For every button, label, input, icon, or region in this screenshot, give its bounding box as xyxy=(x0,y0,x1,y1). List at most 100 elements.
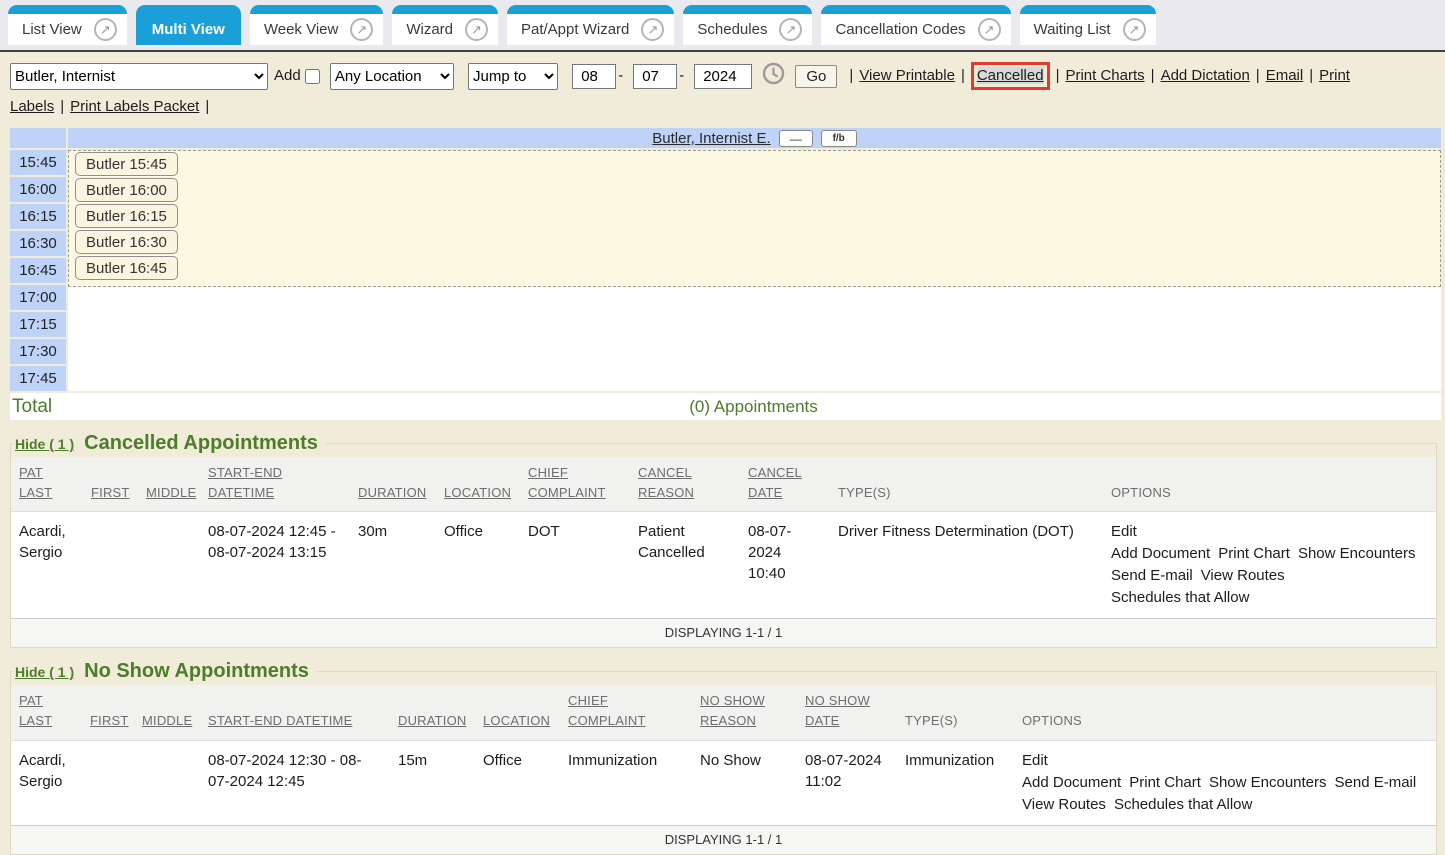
provider-name-link[interactable]: Butler, Internist E. xyxy=(652,130,770,147)
sort-noshow-date[interactable]: NO SHOW DATE xyxy=(805,693,870,728)
patient-first xyxy=(82,740,134,825)
time-slot-label[interactable]: 16:30 xyxy=(10,231,66,256)
time-slot-label[interactable]: 16:15 xyxy=(10,204,66,229)
date-year-input[interactable] xyxy=(694,64,752,89)
sort-duration[interactable]: DURATION xyxy=(358,485,427,500)
option-link[interactable]: Show Encounters xyxy=(1298,543,1416,564)
time-slot-label[interactable]: 17:45 xyxy=(10,366,66,391)
patient-name: Acardi, Sergio xyxy=(11,740,82,825)
duration: 15m xyxy=(390,740,475,825)
sort-location[interactable]: LOCATION xyxy=(444,485,511,500)
hide-cancelled-link[interactable]: Hide ( 1 ) xyxy=(15,436,74,452)
multi-view-schedule-grid: Butler, Internist E. — f/b 15:4516:0016:… xyxy=(10,128,1441,420)
provider-schedule-area: Butler 15:45Butler 16:00Butler 16:15Butl… xyxy=(68,150,1441,391)
provider-column-header: Butler, Internist E. — f/b xyxy=(68,128,1441,148)
tab-multi-view[interactable]: Multi View xyxy=(136,5,241,45)
email-link[interactable]: Email xyxy=(1266,67,1304,84)
tab-pat-appt-wizard[interactable]: Pat/Appt Wizard ↗ xyxy=(507,5,674,45)
time-slot-label[interactable]: 15:45 xyxy=(10,150,66,175)
grid-corner-cell xyxy=(10,128,66,148)
open-new-window-icon[interactable]: ↗ xyxy=(978,18,1001,41)
sort-noshow-reason[interactable]: NO SHOW REASON xyxy=(700,693,765,728)
open-slot-button[interactable]: Butler 16:00 xyxy=(75,178,178,202)
patient-middle xyxy=(134,740,200,825)
option-link[interactable]: Add Document xyxy=(1022,772,1121,793)
option-link[interactable]: Print Chart xyxy=(1218,543,1290,564)
open-slots-block: Butler 15:45Butler 16:00Butler 16:15Butl… xyxy=(68,150,1441,287)
open-new-window-icon[interactable]: ↗ xyxy=(779,18,802,41)
tab-schedules[interactable]: Schedules ↗ xyxy=(683,5,812,45)
open-new-window-icon[interactable]: ↗ xyxy=(465,18,488,41)
option-link[interactable]: Edit xyxy=(1111,521,1420,542)
option-link[interactable]: Send E-mail xyxy=(1335,772,1417,793)
cancelled-section-title: Cancelled Appointments xyxy=(84,432,318,455)
patient-name: Acardi, Sergio xyxy=(11,512,83,619)
sort-pat-last[interactable]: PAT LAST xyxy=(19,693,52,728)
tab-label: Cancellation Codes xyxy=(835,21,975,38)
tab-wizard[interactable]: Wizard ↗ xyxy=(392,5,498,45)
date-day-input[interactable] xyxy=(633,64,677,89)
sort-cancel-reason[interactable]: CANCEL REASON xyxy=(638,465,694,500)
time-slot-label[interactable]: 16:45 xyxy=(10,258,66,283)
option-link[interactable]: Print Chart xyxy=(1129,772,1201,793)
location: Office xyxy=(475,740,560,825)
time-slot-label[interactable]: 17:30 xyxy=(10,339,66,364)
go-button[interactable]: Go xyxy=(795,65,837,88)
location-select[interactable]: Any Location xyxy=(330,63,454,90)
sort-first[interactable]: FIRST xyxy=(90,713,129,728)
open-new-window-icon[interactable]: ↗ xyxy=(1123,18,1146,41)
sort-chief-complaint[interactable]: CHIEF COMPLAINT xyxy=(568,693,646,728)
open-slot-button[interactable]: Butler 16:30 xyxy=(75,230,178,254)
cancelled-appointments-table: PAT LAST FIRST MIDDLE START-END DATETIME… xyxy=(11,457,1436,647)
tab-week-view[interactable]: Week View ↗ xyxy=(250,5,383,45)
print-labels-packet-link[interactable]: Print Labels Packet xyxy=(70,98,199,115)
open-slot-button[interactable]: Butler 16:45 xyxy=(75,256,178,280)
open-slot-button[interactable]: Butler 16:15 xyxy=(75,204,178,228)
hide-noshow-link[interactable]: Hide ( 1 ) xyxy=(15,664,74,680)
sort-cancel-date[interactable]: CANCEL DATE xyxy=(748,465,802,500)
option-link[interactable]: Edit xyxy=(1022,750,1420,771)
clock-icon[interactable] xyxy=(762,62,785,94)
tab-waiting-list[interactable]: Waiting List ↗ xyxy=(1020,5,1156,45)
open-new-window-icon[interactable]: ↗ xyxy=(94,18,117,41)
option-link[interactable]: View Routes xyxy=(1201,565,1285,586)
open-slot-button[interactable]: Butler 15:45 xyxy=(75,152,178,176)
sort-chief-complaint[interactable]: CHIEF COMPLAINT xyxy=(528,465,606,500)
tab-label: List View xyxy=(22,21,92,38)
tab-label: Week View xyxy=(264,21,348,38)
add-dictation-link[interactable]: Add Dictation xyxy=(1161,67,1250,84)
forward-back-button[interactable]: f/b xyxy=(821,130,857,147)
sort-middle[interactable]: MIDDLE xyxy=(142,713,192,728)
option-link[interactable]: Show Encounters xyxy=(1209,772,1327,793)
option-link[interactable]: View Routes xyxy=(1022,794,1106,815)
collapse-column-button[interactable]: — xyxy=(779,130,813,147)
time-column: 15:4516:0016:1516:3016:4517:0017:1517:30… xyxy=(10,150,66,391)
sort-pat-last[interactable]: PAT LAST xyxy=(19,465,52,500)
sort-location[interactable]: LOCATION xyxy=(483,713,550,728)
view-printable-link[interactable]: View Printable xyxy=(859,67,955,84)
print-charts-link[interactable]: Print Charts xyxy=(1065,67,1144,84)
time-slot-label[interactable]: 17:15 xyxy=(10,312,66,337)
option-link[interactable]: Schedules that Allow xyxy=(1114,794,1252,815)
open-new-window-icon[interactable]: ↗ xyxy=(641,18,664,41)
time-slot-label[interactable]: 17:00 xyxy=(10,285,66,310)
tab-cancellation-codes[interactable]: Cancellation Codes ↗ xyxy=(821,5,1010,45)
open-new-window-icon[interactable]: ↗ xyxy=(350,18,373,41)
time-slot-label[interactable]: 16:00 xyxy=(10,177,66,202)
option-link[interactable]: Add Document xyxy=(1111,543,1210,564)
sort-middle[interactable]: MIDDLE xyxy=(146,485,196,500)
date-month-input[interactable] xyxy=(572,64,616,89)
sort-start-end[interactable]: START-END DATETIME xyxy=(208,465,282,500)
cancel-reason: Patient Cancelled xyxy=(630,512,740,619)
sort-duration[interactable]: DURATION xyxy=(398,713,467,728)
provider-select[interactable]: Butler, Internist xyxy=(10,63,268,90)
jump-to-select[interactable]: Jump to xyxy=(468,63,558,90)
option-link[interactable]: Schedules that Allow xyxy=(1111,587,1249,608)
add-checkbox[interactable] xyxy=(305,69,320,84)
sort-start-end[interactable]: START-END DATETIME xyxy=(208,713,352,728)
tab-list-view[interactable]: List View ↗ xyxy=(8,5,127,45)
link-separator: | xyxy=(1056,67,1060,84)
sort-first[interactable]: FIRST xyxy=(91,485,130,500)
option-link[interactable]: Send E-mail xyxy=(1111,565,1193,586)
cancelled-link[interactable]: Cancelled xyxy=(977,67,1044,84)
